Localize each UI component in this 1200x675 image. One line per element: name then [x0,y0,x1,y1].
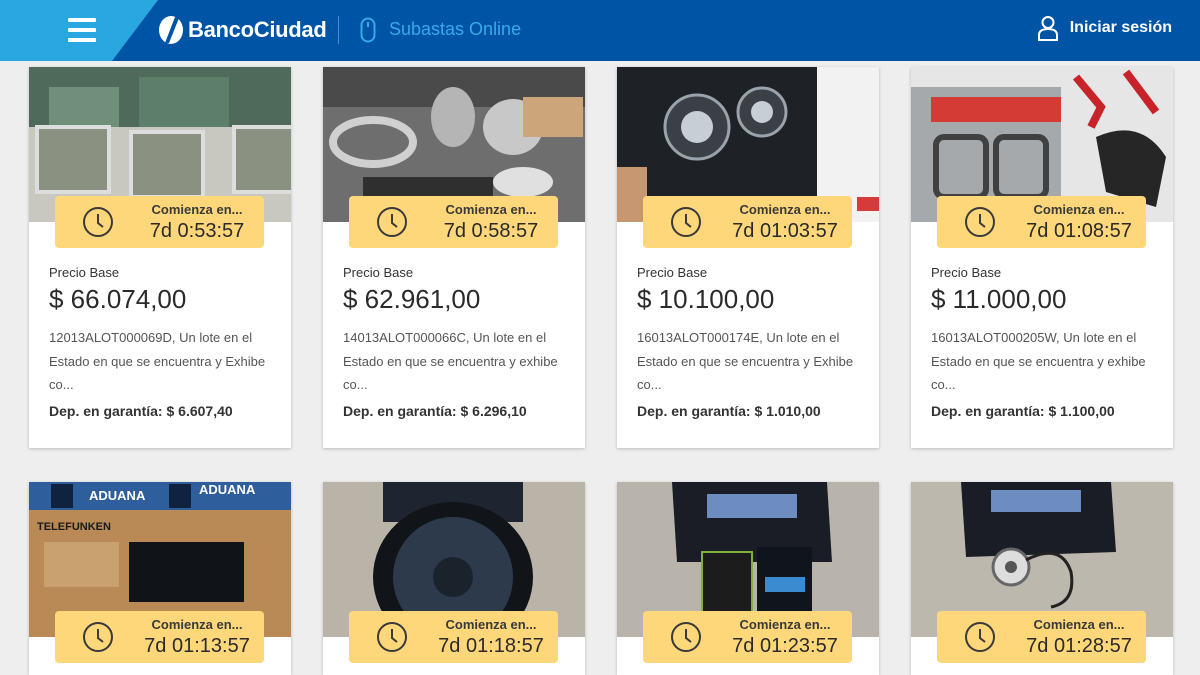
auction-card[interactable]: Comienza en... 7d 01:18:57 [323,482,585,675]
deposit-value: $ 6.296,10 [460,402,527,419]
countdown-timer: Comienza en... 7d 0:58:57 [349,196,558,248]
countdown-value: 7d 01:28:57 [1026,635,1132,657]
countdown-timer: Comienza en... 7d 01:28:57 [937,611,1146,663]
countdown-timer: Comienza en... 7d 0:53:57 [55,196,264,248]
user-icon [1037,16,1058,41]
clock-icon [377,622,407,652]
clock-icon [965,622,995,652]
price-label: Precio Base [49,265,120,280]
mouse-icon [360,17,376,43]
countdown-timer: Comienza en... 7d 01:23:57 [643,611,852,663]
auction-card[interactable]: Comienza en... 7d 01:28:57 [911,482,1173,675]
clock-icon [377,207,407,237]
header-divider [338,16,339,44]
price-label: Precio Base [931,265,1002,280]
bank-logo-icon [159,16,183,44]
countdown-value: 7d 01:18:57 [438,635,544,657]
base-price: $ 66.074,00 [49,284,187,314]
clock-icon [671,622,701,652]
auction-card[interactable]: ADUANA ADUANA TELEFUNKEN Comienza en... … [29,482,291,675]
timer-label: Comienza en... [739,202,831,217]
aduana-stamp-text: ADUANA [199,482,256,497]
auction-card[interactable]: Comienza en... 7d 0:53:57 Precio Base $ … [29,67,291,448]
deposit-guarantee: Dep. en garantía: $ 1.100,00 [931,403,1161,419]
countdown-value: 7d 0:58:57 [443,220,539,242]
clock-icon [83,622,113,652]
base-price: $ 62.961,00 [343,284,481,314]
base-price: $ 11.000,00 [931,284,1067,314]
aduana-stamp-text: ADUANA [89,488,146,503]
deposit-guarantee: Dep. en garantía: $ 1.010,00 [637,403,867,419]
countdown-value: 7d 01:13:57 [144,635,250,657]
timer-label: Comienza en... [739,617,831,632]
lot-description: 12013ALOT000069D, Un lote en el Estado e… [49,330,266,392]
brand-name: BancoCiudad [188,17,327,42]
section-subtitle: Subastas Online [389,19,522,39]
auction-card[interactable]: Comienza en... 7d 01:23:57 [617,482,879,675]
timer-label: Comienza en... [445,617,537,632]
lot-description: 16013ALOT000174E, Un lote en el Estado e… [637,330,854,392]
timer-label: Comienza en... [151,202,243,217]
price-label: Precio Base [637,265,708,280]
deposit-value: $ 6.607,40 [166,402,233,419]
deposit-guarantee: Dep. en garantía: $ 6.607,40 [49,403,279,419]
deposit-label: Dep. en garantía: [49,402,163,419]
auction-card[interactable]: Comienza en... 7d 01:03:57 Precio Base $… [617,67,879,448]
login-button[interactable]: Iniciar sesión [1037,15,1172,41]
top-header: BancoCiudad Subastas Online Iniciar sesi… [0,0,1200,61]
lot-description: 14013ALOT000066C, Un lote en el Estado e… [343,330,558,392]
timer-label: Comienza en... [1033,617,1125,632]
deposit-label: Dep. en garantía: [931,402,1045,419]
lot-description: 16013ALOT000205W, Un lote en el Estado e… [931,330,1146,392]
countdown-timer: Comienza en... 7d 01:08:57 [937,196,1146,248]
timer-label: Comienza en... [1033,202,1125,217]
base-price: $ 10.100,00 [637,284,775,314]
clock-icon [965,207,995,237]
countdown-value: 7d 01:23:57 [732,635,838,657]
bancociudad-logo[interactable]: BancoCiudad [158,13,327,47]
deposit-label: Dep. en garantía: [637,402,751,419]
price-label: Precio Base [343,265,414,280]
countdown-value: 7d 0:53:57 [149,220,245,242]
deposit-value: $ 1.100,00 [1048,402,1115,419]
tv-brand-text: TELEFUNKEN [37,521,111,533]
deposit-value: $ 1.010,00 [754,402,821,419]
clock-icon [671,207,701,237]
countdown-value: 7d 01:08:57 [1026,220,1132,242]
countdown-timer: Comienza en... 7d 01:03:57 [643,196,852,248]
timer-label: Comienza en... [445,202,537,217]
deposit-label: Dep. en garantía: [343,402,457,419]
deposit-guarantee: Dep. en garantía: $ 6.296,10 [343,403,573,419]
timer-label: Comienza en... [151,617,243,632]
auction-card[interactable]: Comienza en... 7d 0:58:57 Precio Base $ … [323,67,585,448]
countdown-value: 7d 01:03:57 [732,220,838,242]
hamburger-menu-icon[interactable] [68,18,96,42]
login-label: Iniciar sesión [1069,19,1172,36]
clock-icon [83,207,113,237]
countdown-timer: Comienza en... 7d 01:18:57 [349,611,558,663]
auction-card[interactable]: Comienza en... 7d 01:08:57 Precio Base $… [911,67,1173,448]
countdown-timer: Comienza en... 7d 01:13:57 [55,611,264,663]
